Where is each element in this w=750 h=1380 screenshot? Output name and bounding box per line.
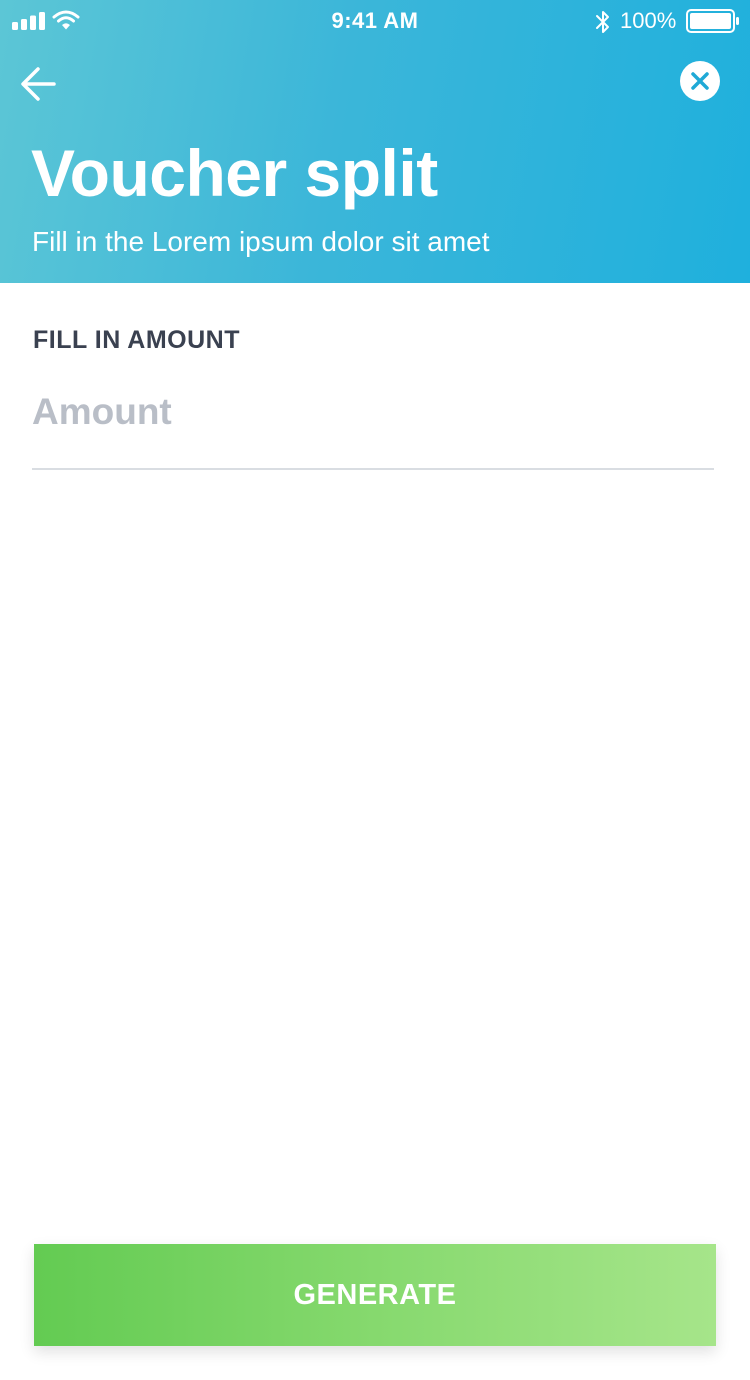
amount-label: FILL IN AMOUNT	[33, 326, 240, 354]
close-button[interactable]	[680, 61, 720, 101]
amount-input-underline	[32, 468, 714, 470]
header: 9:41 AM 100% Voucher split Fill in the L…	[0, 0, 750, 283]
page-subtitle: Fill in the Lorem ipsum dolor sit amet	[32, 226, 490, 257]
page-title: Voucher split	[31, 136, 438, 210]
arrow-left-icon	[21, 67, 56, 101]
status-bar: 9:41 AM 100%	[0, 0, 750, 42]
bluetooth-icon	[596, 11, 609, 33]
battery-icon	[686, 9, 739, 33]
close-icon	[691, 72, 709, 90]
generate-button[interactable]: GENERATE	[34, 1244, 716, 1346]
amount-input[interactable]	[32, 380, 714, 444]
battery-percent: 100%	[620, 8, 677, 33]
back-button[interactable]	[18, 62, 62, 106]
